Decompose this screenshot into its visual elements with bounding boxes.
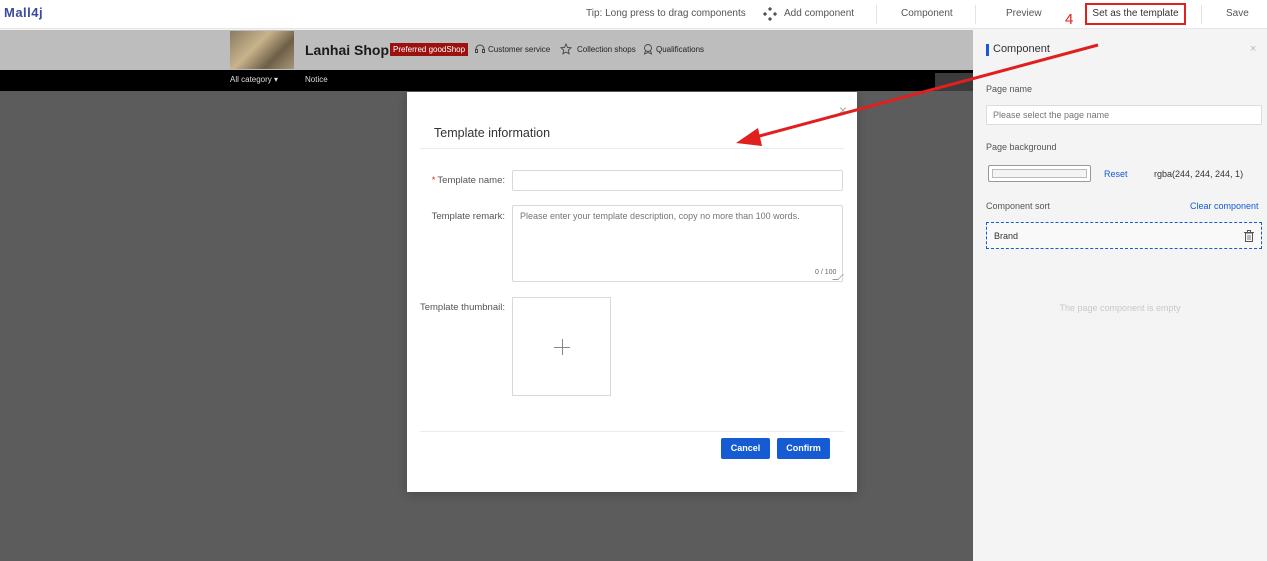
- required-mark: *: [431, 175, 436, 186]
- add-component-icon: [763, 7, 777, 21]
- panel-title: Component: [993, 43, 1050, 55]
- template-name-label: * Template name:: [431, 175, 505, 186]
- sort-item-brand[interactable]: Brand: [986, 222, 1262, 249]
- page-name-input[interactable]: [986, 105, 1262, 125]
- star-icon: [560, 43, 572, 55]
- empty-state-text: The page component is empty: [1059, 303, 1181, 313]
- add-component-button[interactable]: Add component: [784, 8, 854, 19]
- top-toolbar: Mall4j Tip: Long press to drag component…: [0, 0, 1267, 29]
- shop-image: [230, 31, 294, 69]
- color-picker[interactable]: [988, 165, 1091, 182]
- dialog-footer-divider: [420, 431, 844, 432]
- toolbar-divider: [876, 5, 877, 24]
- preview-button[interactable]: Preview: [1006, 8, 1042, 19]
- thumbnail-upload[interactable]: [512, 297, 611, 396]
- step-number-annotation: 4: [1065, 11, 1074, 28]
- component-sort-label: Component sort: [986, 201, 1051, 211]
- headset-icon: [475, 44, 485, 53]
- trash-icon[interactable]: [1244, 230, 1254, 242]
- nav-notice: Notice: [305, 75, 328, 84]
- page-name-label: Page name: [986, 84, 1033, 94]
- template-name-input[interactable]: [512, 170, 843, 191]
- clear-component-button[interactable]: Clear component: [1190, 201, 1259, 211]
- title-accent-bar: [986, 44, 989, 56]
- shop-badge: Preferred goodShop: [390, 43, 469, 56]
- dialog-title: Template information: [434, 126, 551, 140]
- close-icon[interactable]: ×: [839, 102, 847, 118]
- cancel-button[interactable]: Cancel: [721, 438, 770, 459]
- customer-service-link: Customer service: [488, 45, 551, 54]
- sort-item-label: Brand: [994, 231, 1019, 241]
- qualifications-link: Qualifications: [656, 45, 705, 54]
- close-icon[interactable]: ×: [1250, 43, 1256, 55]
- component-button[interactable]: Component: [901, 8, 953, 19]
- dialog-divider: [420, 148, 844, 149]
- toolbar-divider: [975, 5, 976, 24]
- app-logo: Mall4j: [4, 5, 44, 20]
- drag-tip: Tip: Long press to drag components: [586, 8, 746, 19]
- char-counter: 0 / 100: [815, 269, 837, 276]
- nav-all-category: All category ▾: [230, 75, 279, 84]
- navbar-right-block: [935, 73, 973, 91]
- toolbar-divider: [1201, 5, 1202, 24]
- template-remark-label: Template remark:: [431, 211, 505, 222]
- set-as-template-button[interactable]: Set as the template: [1085, 3, 1186, 25]
- color-swatch: [992, 169, 1087, 178]
- template-remark-textarea[interactable]: [512, 205, 843, 282]
- shop-navbar: All category ▾ Notice: [0, 70, 973, 91]
- background-value: rgba(244, 244, 244, 1): [1154, 169, 1244, 179]
- page-background-label: Page background: [986, 142, 1057, 152]
- shop-name: Lanhai Shop: [305, 42, 389, 58]
- confirm-button[interactable]: Confirm: [777, 438, 830, 459]
- save-button[interactable]: Save: [1226, 8, 1249, 19]
- reset-button[interactable]: Reset: [1104, 169, 1128, 179]
- qualification-icon: [643, 44, 653, 55]
- shop-header: Lanhai Shop Preferred goodShop Customer …: [0, 30, 973, 70]
- template-thumbnail-label: Template thumbnail:: [419, 302, 505, 313]
- plus-icon: [562, 339, 563, 355]
- template-info-dialog: × Template information * Template name: T…: [407, 92, 857, 492]
- collection-shops-link: Collection shops: [577, 45, 636, 54]
- component-panel: Component × Page name Page background Re…: [973, 30, 1267, 561]
